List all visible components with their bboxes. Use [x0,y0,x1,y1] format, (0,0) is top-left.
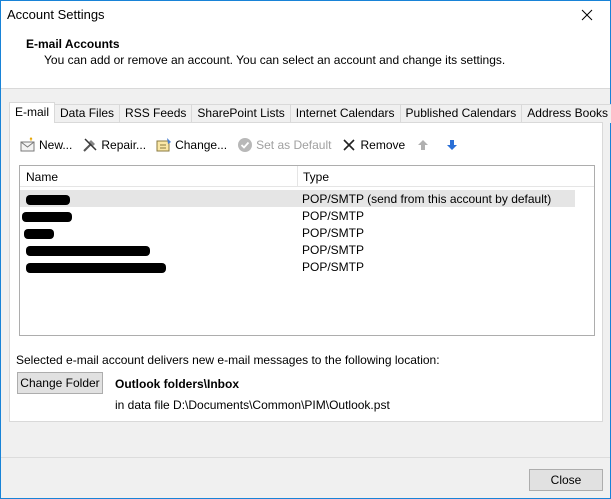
account-row[interactable]: POP/SMTP [20,241,575,258]
column-header-type[interactable]: Type [303,170,329,184]
arrow-up-icon [415,137,431,153]
redacted-account-name [22,212,72,222]
redacted-account-name [26,195,70,205]
redacted-account-name [26,263,166,273]
remove-button[interactable]: Remove [341,135,405,155]
list-header: Name Type [20,166,594,187]
column-header-name[interactable]: Name [26,170,58,184]
column-divider[interactable] [297,166,298,186]
account-settings-dialog: Account Settings E-mail Accounts You can… [0,0,611,499]
section-subtitle: You can add or remove an account. You ca… [44,53,506,67]
close-window-icon[interactable] [564,1,610,29]
remove-x-icon [341,137,357,153]
move-up-button[interactable] [415,135,434,155]
redacted-account-name [26,246,150,256]
account-type: POP/SMTP [302,243,365,257]
footer-divider [1,457,610,458]
email-accounts-list[interactable]: Name Type POP/SMTP (send from this accou… [19,165,595,336]
account-row[interactable]: POP/SMTP [20,224,575,241]
close-button[interactable]: Close [529,469,603,491]
account-type: POP/SMTP (send from this account by defa… [302,192,552,206]
checkmark-circle-icon [237,137,253,153]
repair-label: Repair... [101,138,147,152]
move-down-button[interactable] [444,135,463,155]
delivery-folder: Outlook folders\Inbox [115,377,240,391]
tab-sharepoint-lists[interactable]: SharePoint Lists [191,104,291,123]
new-account-button[interactable]: New... [20,135,72,155]
tab-address-books[interactable]: Address Books [521,104,611,123]
set-as-default-label: Set as Default [256,138,332,152]
tools-icon [82,137,98,153]
account-row[interactable]: POP/SMTP [20,207,575,224]
window-title: Account Settings [7,7,105,22]
tab-strip: E-mail Data Files RSS Feeds SharePoint L… [9,102,611,123]
redacted-account-name [24,229,54,239]
change-label: Change... [175,138,228,152]
accounts-toolbar: New... Repair... Change... Set as Defaul… [20,135,473,155]
tab-email[interactable]: E-mail [9,102,56,123]
change-settings-icon [156,137,172,153]
repair-button[interactable]: Repair... [82,135,146,155]
new-mail-icon [20,137,36,153]
remove-label: Remove [360,138,406,152]
set-as-default-button[interactable]: Set as Default [237,135,331,155]
account-type: POP/SMTP [302,209,365,223]
arrow-down-icon [444,137,460,153]
tab-rss-feeds[interactable]: RSS Feeds [119,104,193,123]
account-row[interactable]: POP/SMTP [20,258,575,275]
new-account-label: New... [39,138,73,152]
account-type: POP/SMTP [302,260,365,274]
data-file-path: in data file D:\Documents\Common\PIM\Out… [115,398,390,412]
section-title: E-mail Accounts [26,37,120,51]
change-folder-button[interactable]: Change Folder [17,372,103,394]
account-row[interactable]: POP/SMTP (send from this account by defa… [20,190,575,207]
title-bar: Account Settings [1,1,610,29]
header-band: E-mail Accounts You can add or remove an… [1,29,610,89]
tab-published-calendars[interactable]: Published Calendars [399,104,523,123]
account-type: POP/SMTP [302,226,365,240]
tab-data-files[interactable]: Data Files [54,104,121,123]
delivery-location-label: Selected e-mail account delivers new e-m… [16,353,440,367]
change-button[interactable]: Change... [156,135,227,155]
tab-internet-calendars[interactable]: Internet Calendars [289,104,401,123]
